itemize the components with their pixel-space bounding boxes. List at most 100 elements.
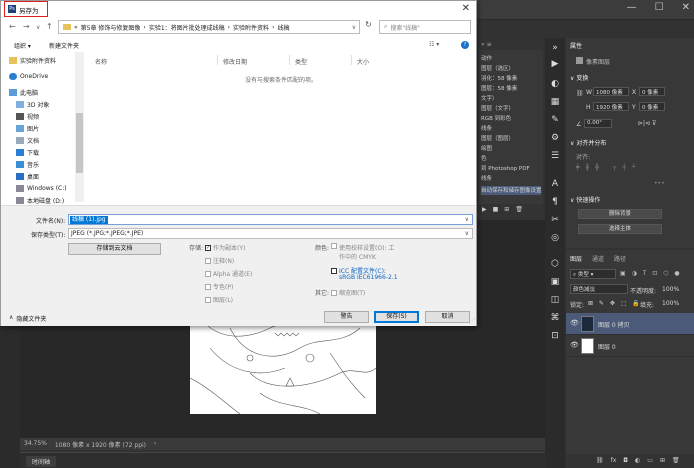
column-date[interactable]: 修改日期	[223, 57, 247, 66]
recent-dropdown-icon[interactable]: ∨	[36, 24, 40, 31]
as-copy-checkbox[interactable]: ✓ 作为副本(Y)	[205, 243, 245, 252]
trash-icon[interactable]: 🗑	[515, 206, 523, 214]
fx-icon[interactable]: fx	[611, 457, 617, 465]
more-icon[interactable]: •••	[654, 180, 665, 187]
breadcrumb-overflow[interactable]: «	[74, 24, 78, 31]
tab-channels[interactable]: 通道	[592, 254, 604, 263]
eye-icon[interactable]: 👁	[570, 319, 579, 327]
nav-item-desktop[interactable]: 桌面	[1, 171, 76, 182]
link-icon[interactable]: ⛓	[576, 90, 584, 97]
color-icon[interactable]: ◐	[549, 78, 561, 90]
history-item[interactable]: 线条	[481, 174, 492, 183]
width-field[interactable]: 1080 像素	[593, 87, 629, 96]
libraries-icon[interactable]: ▣	[549, 276, 561, 288]
column-name[interactable]: 名称	[95, 57, 107, 66]
tools-icon[interactable]: ✂	[549, 214, 561, 226]
proof-setup-checkbox[interactable]: 使用校样设置(O): 工作中的 CMYK	[331, 243, 399, 261]
delete-layer-icon[interactable]: 🗑	[672, 457, 680, 465]
tab-paths[interactable]: 路径	[614, 254, 626, 263]
new-folder-button[interactable]: 新建文件夹	[49, 41, 79, 50]
view-options-icon[interactable]: ☷ ▾	[429, 41, 439, 48]
history-item[interactable]: 绘图	[481, 144, 492, 153]
filetype-select[interactable]: JPEG (*.JPG;*.JPEG;*.JPE) ∨	[68, 228, 473, 239]
nav-item-this-pc[interactable]: 此电脑	[1, 87, 76, 98]
breadcrumb-item[interactable]: 实验1：将图片批处理成线稿	[149, 23, 225, 32]
spot-color-checkbox[interactable]: 专色(P)	[205, 282, 233, 291]
tab-timeline[interactable]: 时间轴	[26, 456, 57, 467]
brush-icon[interactable]: ✎	[549, 114, 561, 126]
thumbnail-checkbox[interactable]: 缩览图(T)	[331, 288, 365, 297]
paths-icon[interactable]: ⌘	[549, 312, 561, 324]
search-input[interactable]: ⌕ 搜索"线稿"	[379, 20, 471, 34]
nav-item-documents[interactable]: 文档	[1, 135, 76, 146]
x-field[interactable]: 0 像素	[639, 87, 665, 96]
new-layer-icon[interactable]: ⊞	[660, 457, 665, 465]
notes-checkbox[interactable]: 注释(N)	[205, 256, 234, 265]
nav-item-music[interactable]: 音乐	[1, 159, 76, 170]
nav-scroll-thumb[interactable]	[76, 113, 83, 173]
history-item[interactable]: 图层（选区）	[481, 64, 514, 73]
layers-panel-icon[interactable]: ◫	[549, 294, 561, 306]
tab-layers[interactable]: 图层	[570, 254, 582, 263]
history-item[interactable]: 色	[481, 154, 487, 163]
column-size[interactable]: 大小	[357, 57, 369, 66]
help-icon[interactable]: ?	[461, 41, 469, 49]
comp-icon[interactable]: ⊡	[549, 330, 561, 342]
adjust-icon[interactable]: ⚙	[549, 132, 561, 144]
fill-value[interactable]: 100%	[662, 300, 679, 307]
play-icon[interactable]: ▶	[482, 206, 487, 214]
organize-button[interactable]: 组织 ▾	[14, 41, 31, 50]
refresh-icon[interactable]: ↻	[361, 20, 376, 34]
link-layers-icon[interactable]: ⛓	[596, 457, 604, 465]
nav-item-3d-objects[interactable]: 3D 对象	[1, 99, 76, 110]
status-arrow-icon[interactable]: ›	[154, 440, 156, 448]
filename-input[interactable]: 线稿 (1).jpg ∨	[68, 214, 473, 225]
sliders-icon[interactable]: ☰	[549, 150, 561, 162]
save-to-cloud-button[interactable]: 存储到云文档	[68, 243, 161, 255]
angle-field[interactable]: 0.00°	[584, 119, 612, 128]
address-bar[interactable]: « 第5章 修饰与修复图像 › 实验1：将图片批处理成线稿 › 实验附件资料 ›…	[58, 20, 360, 34]
column-type[interactable]: 类型	[295, 57, 307, 66]
breadcrumb-item[interactable]: 线稿	[277, 23, 289, 32]
nav-item-drive-c[interactable]: Windows (C:)	[1, 183, 76, 194]
breadcrumb-item[interactable]: 第5章 修饰与修复图像	[81, 23, 141, 32]
up-arrow-icon[interactable]: ↑	[46, 22, 53, 31]
paragraph-icon[interactable]: ¶	[549, 196, 561, 208]
opacity-value[interactable]: 100%	[662, 286, 679, 293]
history-item[interactable]: 图层：58 像素	[481, 84, 517, 93]
character-icon[interactable]: A	[549, 178, 561, 190]
maximize-icon[interactable]: ☐	[655, 2, 664, 13]
nav-item-videos[interactable]: 视频	[1, 111, 76, 122]
minimize-icon[interactable]: —	[627, 2, 637, 13]
select-subject-button[interactable]: 选择主体	[578, 224, 662, 234]
height-field[interactable]: 1920 像素	[593, 102, 629, 111]
blend-mode-select[interactable]: 颜色减淡	[570, 284, 628, 294]
filter-icons[interactable]: ▣ ◑ T ⊡ ⬡ ●	[620, 270, 682, 277]
new-item-icon[interactable]: ⊞	[504, 206, 509, 214]
chevron-down-icon[interactable]: ∨	[465, 216, 469, 223]
hide-folders-toggle[interactable]: ∧ 隐藏文件夹	[9, 314, 46, 323]
history-item[interactable]: 图层（文字）	[481, 104, 514, 113]
chevron-down-icon[interactable]: ∨	[465, 230, 469, 237]
layers-checkbox[interactable]: 图层(L)	[205, 295, 233, 304]
history-item[interactable]: 到 Photoshop PDF	[481, 164, 530, 173]
save-button[interactable]: 保存(S)	[374, 311, 419, 323]
layer-row-selected[interactable]: 👁 图层 0 拷贝	[566, 313, 694, 335]
back-arrow-icon[interactable]: ←	[9, 22, 16, 31]
history-item[interactable]: 羽化：58 像素	[481, 74, 517, 83]
kind-filter[interactable]: ⌕ 类型 ▾	[570, 269, 616, 279]
history-item[interactable]: 线条	[481, 124, 492, 133]
history-item[interactable]: RGB 到彩色	[481, 114, 511, 123]
y-field[interactable]: 0 像素	[639, 102, 665, 111]
resize-grip-icon[interactable]: ⋰	[469, 318, 475, 325]
stop-icon[interactable]: ■	[493, 206, 499, 214]
group-icon[interactable]: ▭	[647, 457, 653, 465]
close-window-icon[interactable]: ✕	[682, 2, 690, 13]
align-icons[interactable]: ╪╫╬ ┬┼┴	[576, 164, 642, 171]
navigator-icon[interactable]: ◎	[549, 232, 561, 244]
expand-icon[interactable]: »	[549, 42, 561, 54]
forward-arrow-icon[interactable]: →	[23, 22, 30, 31]
nav-item-experiment-folder[interactable]: 实验附件资料	[1, 55, 76, 66]
lock-icons[interactable]: ⊠ ✎ ✥ ⬚ 🔒	[588, 300, 642, 307]
document-canvas[interactable]	[190, 318, 376, 414]
